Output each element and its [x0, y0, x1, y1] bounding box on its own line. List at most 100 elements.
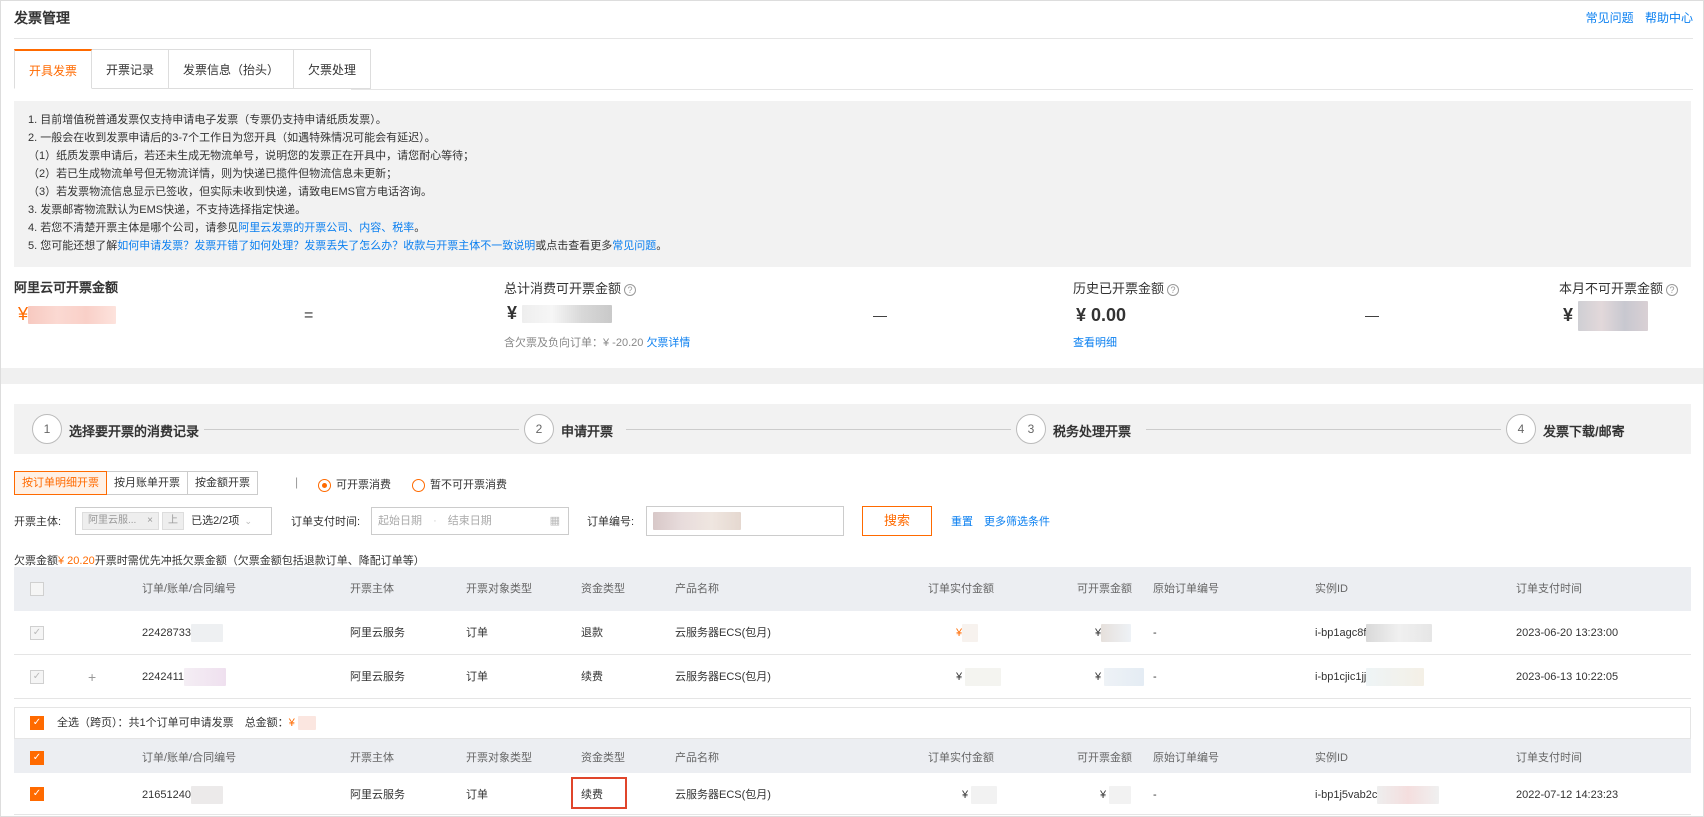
- col-paid-amount: 订单实付金额: [928, 583, 994, 595]
- calendar-icon[interactable]: ▦: [550, 508, 560, 534]
- tab-invoice-info[interactable]: 发票信息（抬头）: [169, 49, 295, 89]
- row-checkbox[interactable]: ✓: [30, 626, 44, 640]
- history-label-text: 历史已开票金额: [1073, 281, 1165, 296]
- radio-unchecked-icon[interactable]: [412, 478, 425, 492]
- month-unavailable-label-text: 本月不可开票金额: [1559, 281, 1664, 296]
- masked-value: [1366, 624, 1433, 643]
- select-all-checkbox[interactable]: [30, 582, 44, 596]
- date-range-input[interactable]: 起始日期 · 结束日期 ▦: [371, 507, 569, 535]
- col-product-name: 产品名称: [675, 583, 719, 595]
- masked-value: [297, 716, 316, 731]
- reset-link[interactable]: 重置: [951, 513, 973, 529]
- col-object-type: 开票对象类型: [466, 752, 532, 764]
- order-no: 22428733: [142, 611, 223, 655]
- step-3-circle: 3: [1016, 414, 1046, 444]
- col-invoiceable-amount: 可开票金额: [1077, 583, 1132, 595]
- notice-text: 4. 若您不清楚开票主体是哪个公司，请参见: [28, 222, 239, 234]
- section-separator: [1, 368, 1703, 384]
- step-connector: [1146, 429, 1501, 430]
- owed-note: 含欠票及负向订单：¥ -20.20 欠票详情: [504, 334, 690, 350]
- help-center-link[interactable]: 帮助中心: [1645, 11, 1693, 25]
- col-fund-type: 资金类型: [581, 752, 625, 764]
- month-unavailable-amount: ¥: [1563, 301, 1649, 331]
- step-connector: [626, 429, 1011, 430]
- owe-note-suffix: 开票时需优先冲抵欠票金额（欠票金额包括退款订单、降配订单等）: [94, 555, 425, 567]
- more-filters-link[interactable]: 更多筛选条件: [984, 513, 1050, 529]
- order-no: 2242411: [142, 655, 227, 699]
- available-amount-label: 阿里云可开票金额: [14, 280, 119, 295]
- equals-sign: =: [304, 307, 314, 324]
- faq-questions-link[interactable]: 如何申请发票？发票开错了如何处理？发票丢失了怎么办？收款与开票主体不一致说明: [117, 240, 535, 252]
- order-no-input[interactable]: [646, 506, 844, 536]
- invoiceable-amount: ¥: [1100, 773, 1132, 817]
- select-all-cross-page-checkbox[interactable]: ✓: [30, 716, 44, 730]
- owe-note-amount: ¥ 20.20: [58, 555, 95, 567]
- end-date-placeholder[interactable]: 结束日期: [448, 515, 492, 527]
- col-original-order: 原始订单编号: [1153, 583, 1219, 595]
- expand-icon[interactable]: +: [88, 655, 96, 699]
- row-checkbox[interactable]: ✓: [30, 670, 44, 684]
- faq-link[interactable]: 常见问题: [1586, 11, 1634, 25]
- notice-text: 或点击查看更多: [535, 240, 613, 252]
- mode-by-monthly-bill[interactable]: 按月账单开票: [106, 471, 188, 495]
- help-icon[interactable]: ?: [624, 283, 637, 296]
- order-no-text: 2242411: [142, 671, 185, 683]
- masked-amount: [28, 306, 117, 325]
- help-links: 常见问题 帮助中心: [1578, 9, 1693, 26]
- step-indicator: 1 选择要开票的消费记录 2 申请开票 3 税务处理开票 4 发票下载/邮寄: [14, 404, 1691, 454]
- more-faq-link[interactable]: 常见问题: [612, 240, 656, 252]
- entity-filter-label: 开票主体:: [14, 516, 62, 528]
- search-button[interactable]: 搜索: [862, 506, 932, 536]
- notice-line: 2. 一般会在收到发票申请后的3-7个工作日为您开具（如遇特殊情况可能会有延迟）…: [28, 132, 436, 144]
- currency-symbol: ¥: [1563, 304, 1574, 325]
- tag-close-icon[interactable]: ×: [147, 515, 153, 526]
- invoice-company-link[interactable]: 阿里云发票的开票公司、内容、税率: [238, 222, 414, 234]
- order-no-text: 21651240: [142, 789, 191, 801]
- total-label: 总金额：: [244, 717, 289, 729]
- mode-by-amount[interactable]: 按金额开票: [187, 471, 258, 495]
- selected-table-header: ✓ 订单/账单/合同编号 开票主体 开票对象类型 资金类型 产品名称 订单实付金…: [14, 739, 1691, 777]
- row-checkbox[interactable]: ✓: [30, 787, 44, 801]
- notice-line: 1. 目前增值税普通发票仅支持申请电子发票（专票仍支持申请纸质发票）。: [28, 114, 387, 126]
- selected-all-checkbox[interactable]: ✓: [30, 751, 44, 765]
- tab-owed-invoice[interactable]: 欠票处理: [294, 49, 372, 89]
- original-order: -: [1153, 627, 1157, 639]
- masked-value: [653, 512, 741, 530]
- entity-select[interactable]: 阿里云服... × 上 已选2/2项 ⌄: [75, 507, 272, 535]
- instance-id: i-bp1cjic1jj: [1315, 655, 1425, 699]
- tab-invoice-records[interactable]: 开票记录: [92, 49, 170, 89]
- entity: 阿里云服务: [350, 627, 405, 639]
- entity-count: 已选2/2项: [191, 515, 240, 527]
- masked-value: [190, 624, 223, 643]
- radio-checked-icon[interactable]: [318, 478, 331, 492]
- owed-details-link[interactable]: 欠票详情: [646, 337, 690, 349]
- invoice-mode-group: 按订单明细开票 按月账单开票 按金额开票: [14, 471, 258, 495]
- tab-issue-invoice[interactable]: 开具发票: [14, 49, 93, 89]
- total-consumption-label: 总计消费可开票金额?: [504, 278, 637, 297]
- mode-by-order[interactable]: 按订单明细开票: [14, 471, 107, 495]
- start-date-placeholder[interactable]: 起始日期: [378, 515, 422, 527]
- masked-value: [1366, 668, 1425, 687]
- help-icon[interactable]: ?: [1666, 283, 1679, 296]
- entity-tag-text: 阿里云服...: [88, 515, 137, 527]
- step-4-label: 发票下载/邮寄: [1543, 424, 1625, 439]
- masked-value: [971, 786, 998, 805]
- help-icon[interactable]: ?: [1167, 283, 1180, 296]
- step-4-circle: 4: [1506, 414, 1536, 444]
- radio-invoiceable[interactable]: 可开票消费: [318, 476, 391, 492]
- instance-id-text: i-bp1cjic1jj: [1315, 671, 1367, 683]
- original-order: -: [1153, 671, 1157, 683]
- radio-not-invoiceable[interactable]: 暂不可开票消费: [412, 476, 507, 492]
- view-details-link[interactable]: 查看明细: [1073, 334, 1117, 350]
- step-1-circle: 1: [32, 414, 62, 444]
- minus-sign: —: [873, 307, 887, 323]
- owe-note-prefix: 欠票金额: [14, 555, 58, 567]
- notice-line: 4. 若您不清楚开票主体是哪个公司，请参见阿里云发票的开票公司、内容、税率。: [28, 219, 1677, 237]
- masked-value: [1101, 624, 1132, 643]
- col-paid-amount: 订单实付金额: [928, 752, 994, 764]
- table-row: ✓ 22428733 阿里云服务 订单 退款 云服务器ECS(包月) ¥ ¥ -…: [14, 611, 1691, 655]
- notice-text: 5. 您可能还想了解: [28, 240, 118, 252]
- original-order: -: [1153, 789, 1157, 801]
- radio-label: 暂不可开票消费: [430, 479, 507, 491]
- step-connector: [204, 429, 519, 430]
